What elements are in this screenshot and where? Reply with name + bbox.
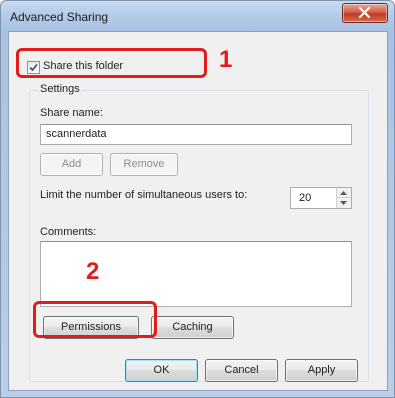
close-button[interactable] <box>342 3 388 23</box>
callout-1: 1 <box>219 46 233 73</box>
user-limit-spinner[interactable]: 20 <box>290 187 352 209</box>
callout-2: 2 <box>86 258 100 285</box>
apply-button[interactable]: Apply <box>285 359 358 382</box>
caching-button[interactable]: Caching <box>151 316 234 339</box>
comments-label: Comments: <box>40 226 97 238</box>
spin-up-button[interactable] <box>337 188 351 198</box>
share-folder-highlight <box>16 48 207 78</box>
spin-down-button[interactable] <box>337 198 351 208</box>
cancel-button[interactable]: Cancel <box>205 359 278 382</box>
settings-legend: Settings <box>38 83 82 95</box>
share-name-label: Share name: <box>40 107 103 119</box>
share-name-input[interactable]: scannerdata <box>40 124 352 145</box>
add-button[interactable]: Add <box>40 153 103 176</box>
remove-button[interactable]: Remove <box>110 153 178 176</box>
chevron-up-icon <box>340 191 347 195</box>
close-icon <box>358 7 371 18</box>
permissions-highlight <box>33 301 157 338</box>
window-title: Advanced Sharing <box>10 10 109 24</box>
spinner-buttons <box>336 188 351 208</box>
user-limit-value[interactable]: 20 <box>299 192 311 204</box>
title-bar: Advanced Sharing <box>1 1 394 31</box>
settings-group: Settings Share name: scannerdata Add Rem… <box>29 83 369 382</box>
user-limit-label: Limit the number of simultaneous users t… <box>40 189 248 201</box>
chevron-down-icon <box>340 201 347 205</box>
ok-button[interactable]: OK <box>125 359 198 382</box>
